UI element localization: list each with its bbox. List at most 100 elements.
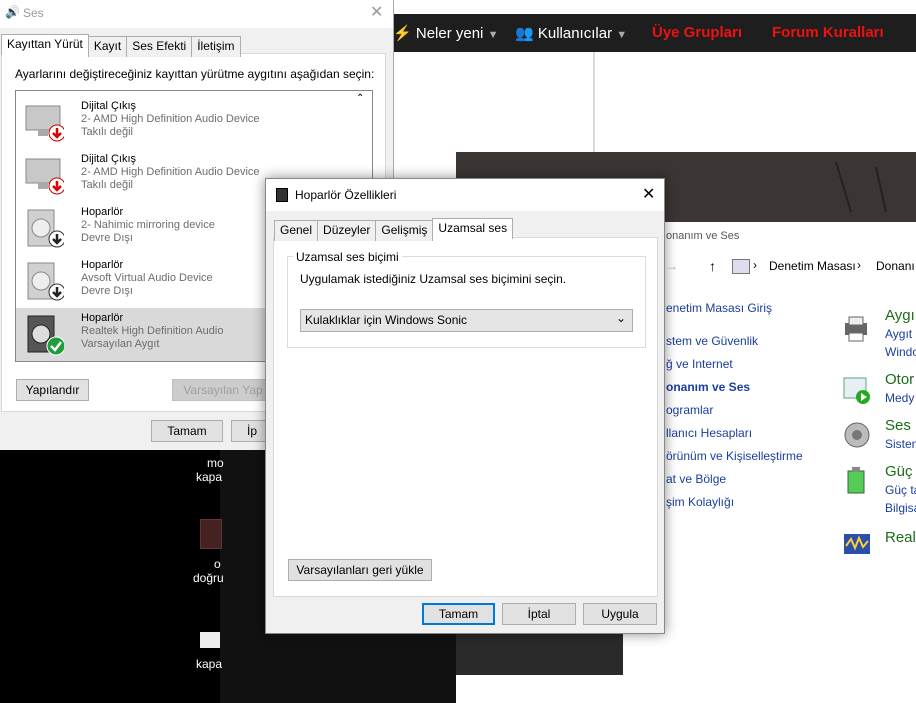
nav-users[interactable]: 👥 Kullanıcılar ▼ xyxy=(515,24,627,42)
cp-link-accessibility[interactable]: şim Kolaylığı xyxy=(666,495,734,509)
ok-button[interactable]: Tamam xyxy=(422,603,495,625)
device-name: Hoparlör xyxy=(81,206,124,218)
spatial-format-select[interactable]: Kulaklıklar için Windows Sonic ⌄ xyxy=(300,309,633,332)
device-name: Hoparlör xyxy=(81,259,124,271)
group-title: Uzamsal ses biçimi xyxy=(293,250,402,264)
device-detail: 2- AMD High Definition Audio Device xyxy=(81,113,260,125)
breadcrumb-hardware[interactable]: Donanı xyxy=(876,259,915,273)
device-status: Takılı değil xyxy=(81,179,133,191)
device-name: Dijital Çıkış xyxy=(81,100,137,112)
cp-link-security[interactable]: stem ve Güvenlik xyxy=(666,334,758,348)
forward-icon[interactable]: → xyxy=(666,259,678,273)
desktop-icon-label[interactable]: o xyxy=(214,557,221,571)
close-icon[interactable]: ✕ xyxy=(642,184,655,204)
desktop-icon-label[interactable]: kapa xyxy=(196,657,222,671)
chevron-right-icon: › xyxy=(753,258,757,272)
cancel-button[interactable]: İptal xyxy=(502,603,576,625)
browser-toolbar-strip xyxy=(393,0,916,14)
speaker-disabled-icon xyxy=(24,261,66,303)
desktop-shortcut-icon[interactable] xyxy=(200,519,222,549)
tab-advanced[interactable]: Gelişmiş xyxy=(375,220,434,241)
breadcrumb-control-panel[interactable]: Denetim Masası xyxy=(769,259,856,273)
cp-category-power[interactable]: Güç xyxy=(885,463,913,480)
speaker-app-icon xyxy=(276,188,288,202)
control-panel-icon xyxy=(732,259,750,274)
monitor-unplugged-icon xyxy=(24,102,66,144)
cp-sub-system[interactable]: Sisten xyxy=(885,437,916,451)
cp-sub-windows[interactable]: Windo xyxy=(885,345,916,359)
tab-communications[interactable]: İletişim xyxy=(191,36,241,57)
tab-general[interactable]: Genel xyxy=(274,220,319,241)
nav-whats-new[interactable]: ⚡ Neler yeni ▼ xyxy=(393,24,498,42)
desktop-icon-label[interactable]: kapa xyxy=(196,470,222,484)
cp-link-network[interactable]: ğ ve Internet xyxy=(666,357,733,371)
close-icon[interactable]: ✕ xyxy=(370,2,383,22)
monitor-unplugged-icon xyxy=(24,155,66,197)
printer-icon xyxy=(842,313,872,343)
desktop-icon-label[interactable]: doğru xyxy=(193,571,224,585)
address-bar[interactable]: → ↑ › Denetim Masası › Donanı xyxy=(662,255,916,281)
cp-link-appearance[interactable]: örünüm ve Kişiselleştirme xyxy=(666,449,803,463)
dialog-tabs: Genel Düzeyler Gelişmiş Uzamsal ses xyxy=(274,218,514,241)
tab-sounds[interactable]: Ses Efekti xyxy=(126,36,193,57)
speaker-properties-dialog: Hoparlör Özellikleri ✕ Genel Düzeyler Ge… xyxy=(265,178,665,634)
desktop-shortcut-icon[interactable] xyxy=(200,632,220,648)
list-item[interactable]: Dijital Çıkış 2- AMD High Definition Aud… xyxy=(16,96,372,149)
speaker-icon xyxy=(842,420,872,450)
playback-instruction: Ayarlarını değiştireceğiniz kayıttan yür… xyxy=(15,67,375,81)
apply-button[interactable]: Uygula xyxy=(583,603,657,625)
cp-sub-power[interactable]: Güç ta xyxy=(885,483,916,497)
cp-category-sound[interactable]: Ses xyxy=(885,417,911,434)
device-status: Takılı değil xyxy=(81,126,133,138)
cp-sub-computer[interactable]: Bilgisa xyxy=(885,501,916,515)
spatial-format-group xyxy=(287,256,646,348)
cp-link-programs[interactable]: ogramlar xyxy=(666,403,713,417)
chevron-down-icon: ⌄ xyxy=(616,311,627,325)
cp-category-devices[interactable]: Aygı xyxy=(885,307,915,324)
device-name: Hoparlör xyxy=(81,312,124,324)
users-icon: 👥 xyxy=(515,25,534,42)
speaker-disabled-icon xyxy=(24,208,66,250)
chevron-right-icon: › xyxy=(857,258,861,272)
cp-link-hardware[interactable]: onanım ve Ses xyxy=(666,380,750,394)
cp-category-autoplay[interactable]: Otor xyxy=(885,371,914,388)
cp-category-realtek[interactable]: Real xyxy=(885,529,916,546)
up-icon[interactable]: ↑ xyxy=(709,258,716,274)
power-options-icon xyxy=(842,465,872,495)
select-value: Kulaklıklar için Windows Sonic xyxy=(305,313,468,327)
device-detail: Realtek High Definition Audio xyxy=(81,325,224,337)
device-status: Devre Dışı xyxy=(81,232,133,244)
cp-link-region[interactable]: at ve Bölge xyxy=(666,472,726,486)
format-instruction: Uygulamak istediğiniz Uzamsal ses biçimi… xyxy=(300,272,567,286)
set-default-button[interactable]: Varsayılan Yap xyxy=(172,379,274,401)
tab-spatial-sound[interactable]: Uzamsal ses xyxy=(432,218,514,239)
desktop-area xyxy=(0,450,220,703)
speaker-default-icon xyxy=(24,314,66,356)
sound-tabs: Kayıttan Yürüt Kayıt Ses Efekti İletişim xyxy=(1,34,241,57)
restore-defaults-button[interactable]: Varsayılanları geri yükle xyxy=(288,559,432,581)
ok-button[interactable]: Tamam xyxy=(151,420,223,442)
cp-sub-media[interactable]: Medy xyxy=(885,391,914,405)
device-status: Varsayılan Aygıt xyxy=(81,338,160,350)
tab-playback[interactable]: Kayıttan Yürüt xyxy=(1,34,89,55)
nav-forum-rules[interactable]: Forum Kuralları xyxy=(772,24,884,41)
configure-button[interactable]: Yapılandır xyxy=(16,379,89,401)
device-detail: 2- AMD High Definition Audio Device xyxy=(81,166,260,178)
dialog-titlebar: Hoparlör Özellikleri ✕ xyxy=(266,179,664,211)
tab-recording[interactable]: Kayıt xyxy=(87,36,128,57)
sound-title: Ses xyxy=(23,6,44,20)
device-detail: 2- Nahimic mirroring device xyxy=(81,219,215,231)
nav-member-groups[interactable]: Üye Grupları xyxy=(652,24,742,41)
realtek-icon xyxy=(842,530,872,560)
device-name: Dijital Çıkış xyxy=(81,153,137,165)
tab-levels[interactable]: Düzeyler xyxy=(317,220,377,241)
desktop-icon-label[interactable]: mo xyxy=(207,456,224,470)
dialog-title: Hoparlör Özellikleri xyxy=(295,188,397,202)
cp-sub-devices[interactable]: Aygıt xyxy=(885,327,912,341)
control-panel-title: onanım ve Ses xyxy=(666,230,740,242)
device-status: Devre Dışı xyxy=(81,285,133,297)
cp-link-accounts[interactable]: llanıcı Hesapları xyxy=(666,426,752,440)
cp-link-home[interactable]: enetim Masası Giriş xyxy=(666,301,772,315)
bolt-icon: ⚡ xyxy=(393,25,412,42)
sound-app-icon: 🔊 xyxy=(5,5,20,19)
